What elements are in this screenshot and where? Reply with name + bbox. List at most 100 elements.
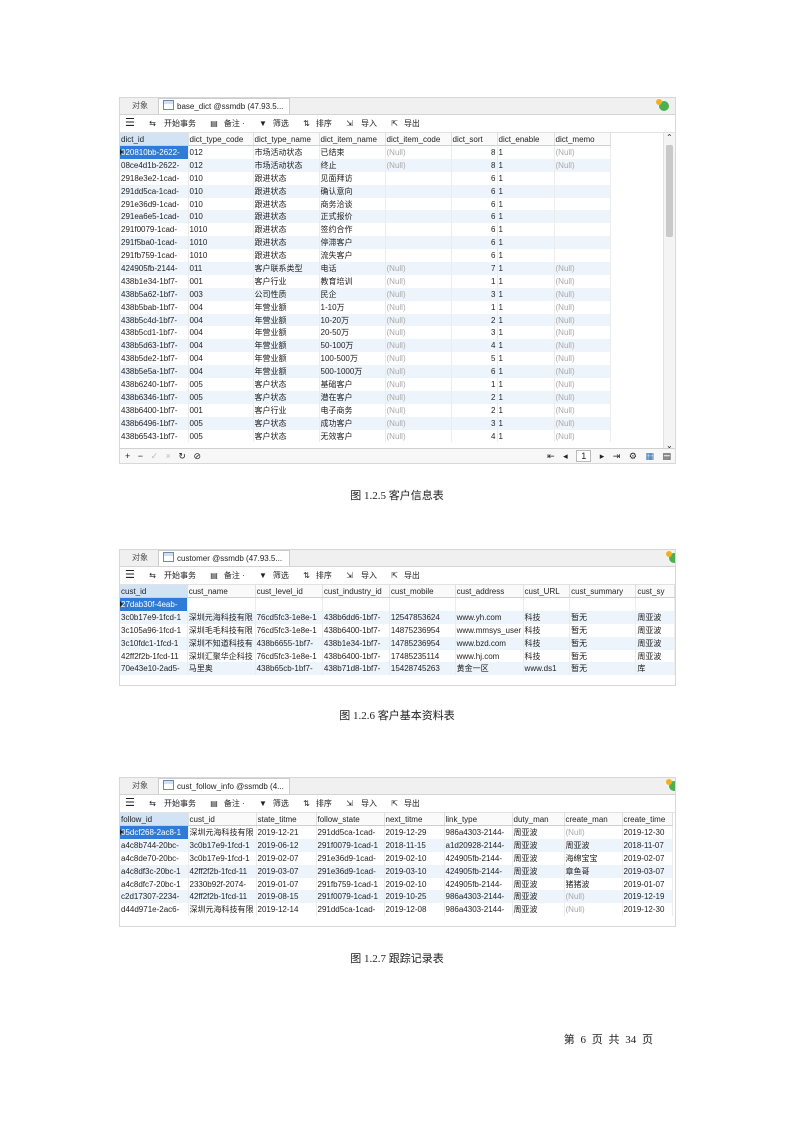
table-cell[interactable]: 科技 (523, 623, 571, 637)
export-button[interactable]: ⇱ 导出 (391, 795, 426, 812)
table-cell[interactable]: 周亚波 (512, 851, 565, 865)
table-cell[interactable]: a1d20928-2144- (444, 838, 513, 852)
table-row[interactable]: 27dab30f-4eab- (120, 597, 675, 611)
table-cell[interactable]: 08ce4d1b-2622- (120, 158, 189, 172)
table-cell[interactable]: 012 (188, 145, 254, 159)
table-cell[interactable]: 42ff2f2b-1fcd-11 (188, 864, 257, 878)
table-cell[interactable]: 438b6346-1bf7- (120, 390, 189, 404)
table-cell[interactable]: (Null) (564, 890, 623, 904)
table-cell[interactable]: 1 (497, 352, 555, 366)
table-cell[interactable]: 跟进状态 (253, 197, 320, 211)
table-cell[interactable]: 终止 (319, 158, 386, 172)
refresh-icon[interactable]: ↻ (178, 449, 186, 463)
table-cell[interactable]: 010 (188, 184, 254, 198)
table-cell[interactable]: (Null) (554, 339, 611, 353)
table-row[interactable]: 438b5c4d-1bf7- 004 年营业额 10-20万 (Null) 2 1 (Null… (120, 313, 611, 327)
table-cell[interactable]: 10-20万 (319, 313, 386, 327)
table-cell[interactable]: 438b6655-1bf7- (255, 636, 323, 650)
table-cell[interactable]: 正式报价 (319, 210, 386, 224)
table-cell[interactable]: 2019-03-10 (384, 864, 445, 878)
table-cell[interactable]: (Null) (554, 145, 611, 159)
table-cell[interactable]: 424905fb-2144- (444, 877, 513, 891)
table-cell[interactable] (554, 210, 611, 224)
column-header[interactable]: dict_sort (451, 133, 498, 146)
table-cell[interactable]: 2019-03-07 (256, 864, 317, 878)
table-cell[interactable]: 2019-12-14 (256, 903, 317, 917)
table-cell[interactable]: (Null) (385, 416, 452, 430)
import-button[interactable]: ⇲ 导入 (346, 567, 383, 584)
table-cell[interactable]: 1 (497, 287, 555, 301)
table-cell[interactable]: 暂无 (569, 610, 637, 624)
table-cell[interactable] (385, 210, 452, 224)
menu-icon[interactable]: ☰ (125, 115, 135, 132)
table-cell[interactable] (554, 236, 611, 250)
table-cell[interactable]: 1 (451, 300, 498, 314)
next-page-icon[interactable]: ▸ (600, 449, 605, 463)
table-cell[interactable]: 章鱼哥 (564, 864, 623, 878)
column-header[interactable]: cust_sy (635, 585, 675, 598)
table-cell[interactable]: d44d971e-2ac6- (120, 903, 189, 917)
table-row[interactable]: a4c8de70-20bc- 3c0b17e9-1fcd-1 2019-02-07 2… (120, 851, 673, 865)
table-cell[interactable]: 438b5d63-1bf7- (120, 339, 189, 353)
table-cell[interactable]: 291fb759-1cad- (120, 249, 189, 263)
memo-button[interactable]: ▤ 备注 · (210, 115, 250, 132)
table-cell[interactable]: 库 (635, 662, 675, 676)
table-cell[interactable]: 2019-12-29 (384, 825, 445, 839)
table-cell[interactable]: 1 (497, 145, 555, 159)
table-cell[interactable] (635, 597, 675, 611)
table-cell[interactable]: 周亚波 (512, 903, 565, 917)
table-cell[interactable]: 见面拜访 (319, 171, 386, 185)
table-cell[interactable]: 跟进状态 (253, 223, 320, 237)
table-cell[interactable]: 986a4303-2144- (444, 825, 513, 839)
table-cell[interactable]: 100-500万 (319, 352, 386, 366)
table-row[interactable]: 438b6400-1bf7- 001 客户行业 电子商务 (Null) 2 1 (Null) (120, 403, 611, 417)
table-cell[interactable]: 6 (451, 236, 498, 250)
column-header[interactable]: link_type (444, 813, 513, 826)
table-cell[interactable]: 001 (188, 403, 254, 417)
table-cell[interactable]: 深圳元海科技有限 (188, 903, 257, 917)
table-cell[interactable]: 291dd5ca-1cad- (316, 903, 385, 917)
sort-button[interactable]: ⇅ 排序 (303, 567, 338, 584)
table-cell[interactable]: 5 (451, 352, 498, 366)
table-row[interactable]: 438b5a62-1bf7- 003 公司性质 民企 (Null) 3 1 (Null) (120, 287, 611, 301)
column-header[interactable]: cust_URL (523, 585, 571, 598)
table-cell[interactable]: 周亚波 (635, 636, 675, 650)
table-cell[interactable]: 1 (451, 274, 498, 288)
table-row[interactable]: 438b5bab-1bf7- 004 年营业额 1-10万 (Null) 1 1 (Null) (120, 300, 611, 314)
table-cell[interactable]: (Null) (554, 378, 611, 391)
table-cell[interactable]: 6 (451, 249, 498, 263)
table-cell[interactable]: 成功客户 (319, 416, 386, 430)
column-header[interactable]: dict_type_name (253, 133, 320, 146)
table-cell[interactable]: 010 (188, 197, 254, 211)
table-row[interactable]: 3c0b17e9-1fcd-1 深圳元海科技有限 76cd5fc3-1e8e-1 43… (120, 610, 675, 624)
table-cell[interactable]: 2019-06-12 (256, 838, 317, 852)
table-row[interactable]: 291f5ba0-1cad- 1010 跟进状态 停滞客户 6 1 (120, 236, 611, 250)
table-cell[interactable]: 周亚波 (512, 877, 565, 891)
table-cell[interactable]: 424905fb-2144- (120, 262, 189, 275)
table-cell[interactable] (523, 597, 571, 611)
table-cell[interactable]: 暂无 (569, 623, 637, 637)
tab-objects[interactable]: 对象 (126, 98, 154, 114)
table-cell[interactable]: 2019-12-30 (622, 903, 673, 917)
table-row[interactable]: c2d17307-2234- 42ff2f2b-1fcd-11 2019-08-15… (120, 890, 673, 904)
table-cell[interactable]: (Null) (564, 825, 623, 839)
table-cell[interactable]: 科技 (523, 636, 571, 650)
table-cell[interactable]: 1 (497, 416, 555, 430)
table-cell[interactable]: 停滞客户 (319, 236, 386, 250)
sort-button[interactable]: ⇅ 排序 (303, 115, 338, 132)
table-cell[interactable]: (Null) (554, 300, 611, 314)
table-cell[interactable]: 438b6543-1bf7- (120, 429, 189, 443)
table-cell[interactable]: 438b1e34-1bf7- (120, 274, 189, 288)
table-cell[interactable]: 438b5c4d-1bf7- (120, 313, 189, 327)
table-cell[interactable]: (Null) (385, 287, 452, 301)
sort-button[interactable]: ⇅ 排序 (303, 795, 338, 812)
table-cell[interactable]: 流失客户 (319, 249, 386, 263)
table-row[interactable]: a4c8b744-20bc- 3c0b17e9-1fcd-1 2019-06-12 2… (120, 838, 673, 852)
table-cell[interactable]: 1 (497, 223, 555, 237)
table-cell[interactable]: 1 (497, 429, 555, 443)
table-cell[interactable] (385, 184, 452, 198)
table-cell[interactable]: 1 (497, 274, 555, 288)
table-cell[interactable]: 2019-08-15 (256, 890, 317, 904)
table-cell[interactable]: 年营业额 (253, 339, 320, 353)
table-cell[interactable]: 周亚波 (635, 649, 675, 663)
